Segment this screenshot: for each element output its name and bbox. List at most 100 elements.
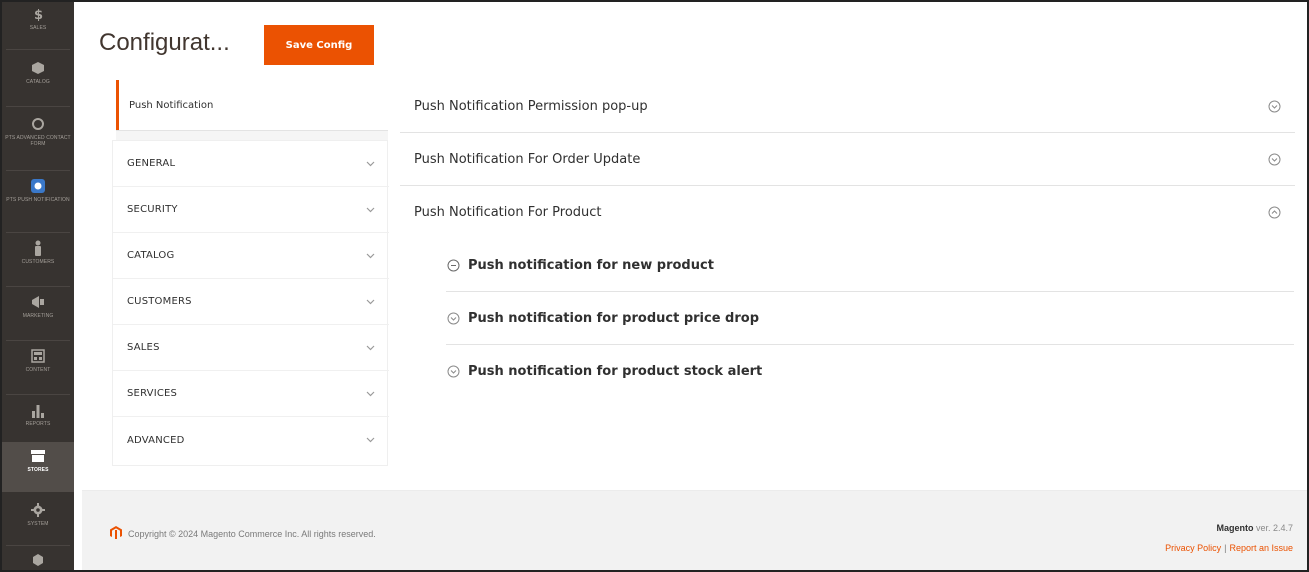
tab-label: Push Notification xyxy=(129,99,214,111)
subgroup-stock-alert[interactable]: Push notification for product stock aler… xyxy=(446,345,1294,398)
nav-divider xyxy=(6,232,70,233)
nav-label: REPORTS xyxy=(25,421,51,427)
footer-links: Privacy Policy | Report an Issue xyxy=(1165,543,1293,553)
page-footer: Copyright © 2024 Magento Commerce Inc. A… xyxy=(82,490,1307,570)
chevron-down-icon xyxy=(365,205,375,215)
nav-divider xyxy=(6,106,70,107)
layout-icon xyxy=(30,348,46,364)
hexagon-icon xyxy=(30,552,46,568)
nav-item-system[interactable]: SYSTEM xyxy=(2,496,74,544)
chevron-down-icon xyxy=(365,297,375,307)
nav-label: SYSTEM xyxy=(27,521,49,527)
nav-label: CATALOG xyxy=(26,79,50,85)
section-sales[interactable]: SALES xyxy=(113,325,389,371)
section-label: SERVICES xyxy=(127,388,178,399)
megaphone-icon xyxy=(30,294,46,310)
group-title: Push Notification For Order Update xyxy=(414,151,641,167)
tab-push-notification[interactable]: Push Notification xyxy=(116,80,388,130)
copyright: Copyright © 2024 Magento Commerce Inc. A… xyxy=(110,526,376,541)
nav-item-push-notification[interactable]: PTS PUSH NOTIFICATION xyxy=(2,174,74,230)
nav-divider xyxy=(6,545,70,546)
nav-item-sales[interactable]: $ SALES xyxy=(2,2,74,46)
nav-label: CUSTOMERS xyxy=(21,259,55,265)
magento-version: Magento ver. 2.4.7 xyxy=(1216,523,1293,533)
config-content: Push Notification Permission pop-up Push… xyxy=(400,80,1295,466)
section-customers[interactable]: CUSTOMERS xyxy=(113,279,389,325)
tab-divider xyxy=(116,130,388,140)
link-separator: | xyxy=(1224,543,1227,553)
nav-item-stores[interactable]: STORES xyxy=(2,442,74,492)
nav-item-marketing[interactable]: MARKETING xyxy=(2,290,74,338)
dollar-icon: $ xyxy=(30,6,46,22)
report-issue-link[interactable]: Report an Issue xyxy=(1229,543,1293,553)
chevron-down-icon xyxy=(365,159,375,169)
section-services[interactable]: SERVICES xyxy=(113,371,389,417)
section-label: CUSTOMERS xyxy=(127,296,192,307)
nav-item-customers[interactable]: CUSTOMERS xyxy=(2,236,74,284)
nav-item-content[interactable]: CONTENT xyxy=(2,344,74,392)
nav-divider xyxy=(6,170,70,171)
nav-item-contact-form[interactable]: PTS ADVANCED CONTACT FORM xyxy=(2,110,74,168)
nav-item-catalog[interactable]: CATALOG xyxy=(2,54,74,104)
section-general[interactable]: GENERAL xyxy=(113,141,389,187)
subgroup-price-drop[interactable]: Push notification for product price drop xyxy=(446,292,1294,345)
section-catalog[interactable]: CATALOG xyxy=(113,233,389,279)
nav-divider xyxy=(6,49,70,50)
section-label: GENERAL xyxy=(127,158,176,169)
nav-label: MARKETING xyxy=(22,313,54,319)
section-label: SECURITY xyxy=(127,204,178,215)
admin-menu: $ SALES CATALOG PTS ADVANCED CONTACT FOR… xyxy=(2,2,82,570)
section-label: ADVANCED xyxy=(127,434,185,446)
chevron-down-icon xyxy=(365,251,375,261)
subgroup-title: Push notification for new product xyxy=(468,257,714,273)
save-config-button[interactable]: Save Config xyxy=(264,25,374,65)
bell-icon xyxy=(30,178,46,194)
chevron-down-icon xyxy=(365,435,375,445)
subgroup-title: Push notification for product stock aler… xyxy=(468,364,763,379)
gear-icon xyxy=(30,502,46,518)
section-label: SALES xyxy=(127,342,160,353)
magento-logo-icon xyxy=(110,526,122,541)
brand-name: Magento xyxy=(1216,523,1254,533)
nav-item-reports[interactable]: REPORTS xyxy=(2,398,74,444)
section-advanced[interactable]: ADVANCED xyxy=(113,417,389,463)
nav-divider xyxy=(6,340,70,341)
svg-text:$: $ xyxy=(34,8,43,21)
section-label: CATALOG xyxy=(127,250,175,261)
page-header: Configurat... Save Config xyxy=(82,12,1307,80)
collapse-circle-icon xyxy=(1267,206,1281,220)
chevron-down-icon xyxy=(365,343,375,353)
version-text: ver. 2.4.7 xyxy=(1255,523,1293,533)
collapse-circle-icon xyxy=(446,258,460,272)
expand-circle-icon xyxy=(446,365,460,379)
group-order-update[interactable]: Push Notification For Order Update xyxy=(400,133,1295,186)
group-permission-popup[interactable]: Push Notification Permission pop-up xyxy=(400,80,1295,133)
cube-icon xyxy=(30,60,46,76)
config-tabs-sidebar: Push Notification GENERAL SECURITY CATAL… xyxy=(112,80,389,466)
section-security[interactable]: SECURITY xyxy=(113,187,389,233)
group-title: Push Notification For Product xyxy=(414,205,602,220)
person-icon xyxy=(30,240,46,256)
copyright-text: Copyright © 2024 Magento Commerce Inc. A… xyxy=(128,528,376,539)
nav-label: PTS PUSH NOTIFICATION xyxy=(6,197,70,203)
nav-divider xyxy=(6,394,70,395)
subgroup-title: Push notification for product price drop xyxy=(468,310,760,326)
nav-label: STORES xyxy=(27,467,49,473)
chevron-down-icon xyxy=(365,389,375,399)
store-icon xyxy=(30,448,46,464)
nav-label: SALES xyxy=(29,25,47,31)
nav-label: PTS ADVANCED CONTACT FORM xyxy=(5,135,71,147)
group-title: Push Notification Permission pop-up xyxy=(414,98,648,114)
nav-label: CONTENT xyxy=(25,367,51,373)
privacy-policy-link[interactable]: Privacy Policy xyxy=(1165,543,1221,553)
subgroup-new-product[interactable]: Push notification for new product xyxy=(446,239,1294,292)
nav-item-more[interactable] xyxy=(2,550,74,570)
group-product[interactable]: Push Notification For Product xyxy=(400,186,1295,239)
app-frame: $ SALES CATALOG PTS ADVANCED CONTACT FOR… xyxy=(0,0,1309,572)
section-list: GENERAL SECURITY CATALOG CUSTOMERS SALES… xyxy=(112,140,389,466)
expand-circle-icon xyxy=(1267,99,1281,113)
bar-chart-icon xyxy=(30,402,46,418)
nav-divider xyxy=(6,286,70,287)
expand-circle-icon xyxy=(1267,152,1281,166)
ring-icon xyxy=(30,116,46,132)
